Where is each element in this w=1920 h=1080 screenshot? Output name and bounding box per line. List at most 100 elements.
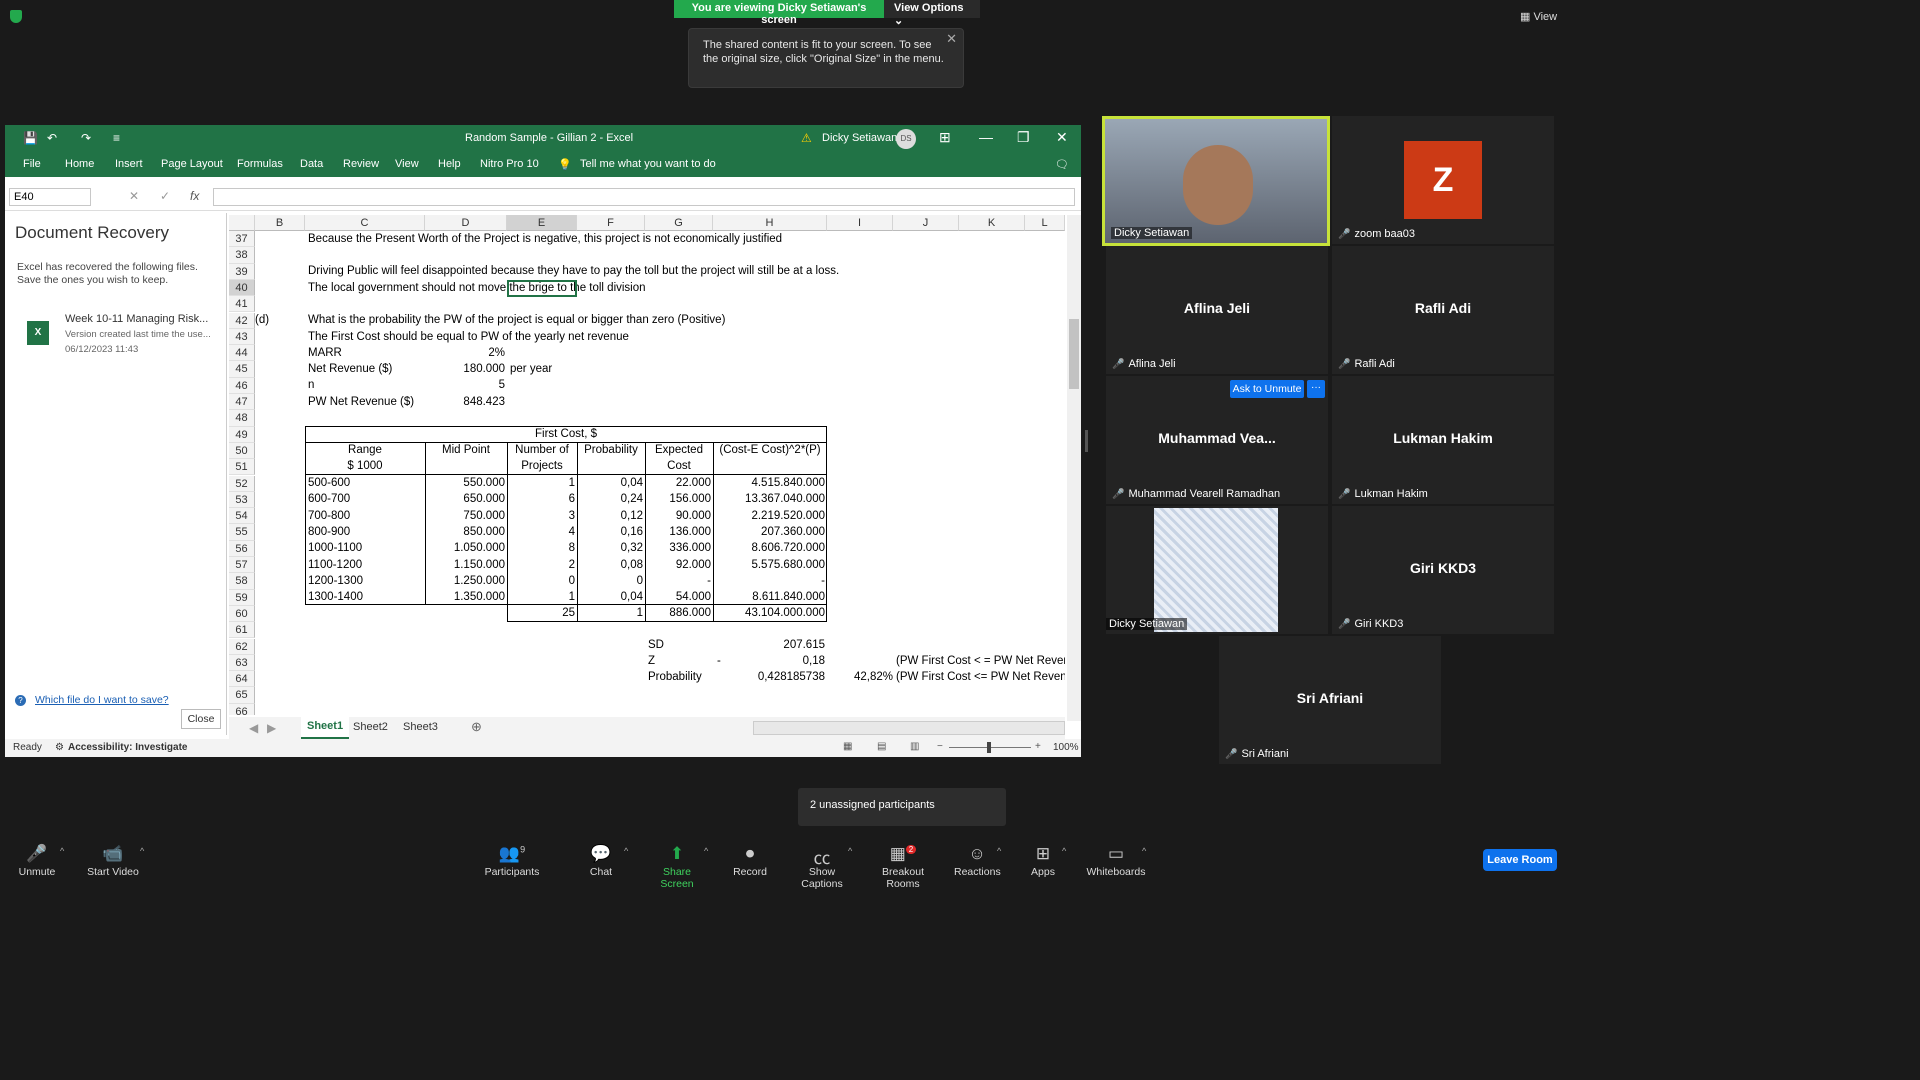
record-button[interactable]: ⏺ Record xyxy=(732,844,768,878)
row-header[interactable]: 45 xyxy=(229,361,255,378)
column-header[interactable]: B xyxy=(255,215,305,231)
row-header[interactable]: 39 xyxy=(229,263,255,280)
cancel-icon[interactable]: ✕ xyxy=(129,189,139,203)
redo-icon[interactable]: ↷ xyxy=(81,131,91,145)
table-cell[interactable]: 54.000 xyxy=(645,589,711,605)
tab-sheet3[interactable]: Sheet3 xyxy=(403,721,438,733)
table-cell[interactable]: 6 xyxy=(507,491,575,507)
chevron-up-icon[interactable]: ^ xyxy=(997,846,1001,856)
tab-insert[interactable]: Insert xyxy=(115,158,143,170)
row-header[interactable]: 54 xyxy=(229,508,255,525)
table-cell[interactable]: 0 xyxy=(507,573,575,589)
zoom-in-icon[interactable]: + xyxy=(1035,741,1041,752)
column-header[interactable]: F xyxy=(577,215,645,231)
table-cell[interactable]: 1000-1100 xyxy=(308,540,362,556)
row-header[interactable]: 66 xyxy=(229,703,255,715)
table-title[interactable]: First Cost, $ xyxy=(305,426,827,442)
zoom-out-icon[interactable]: − xyxy=(937,741,943,752)
table-cell[interactable]: 0,04 xyxy=(577,589,643,605)
vertical-scrollbar[interactable] xyxy=(1067,215,1081,721)
chevron-up-icon[interactable]: ^ xyxy=(1142,846,1146,856)
tab-view[interactable]: View xyxy=(395,158,419,170)
participant-tile[interactable]: Sri Afriani 🎤 Sri Afriani xyxy=(1219,636,1441,764)
table-cell[interactable]: 1.050.000 xyxy=(425,540,505,556)
cell-sd-value[interactable]: 207.615 xyxy=(713,637,825,653)
row-header[interactable]: 63 xyxy=(229,654,255,672)
table-cell[interactable]: 550.000 xyxy=(425,475,505,491)
table-cell[interactable]: 207.360.000 xyxy=(713,524,825,540)
table-cell[interactable]: 0,04 xyxy=(577,475,643,491)
tab-review[interactable]: Review xyxy=(343,158,379,170)
row-header[interactable]: 40 xyxy=(229,279,255,297)
header-expected[interactable]: Expected xyxy=(645,442,713,458)
table-cell[interactable]: 5.575.680.000 xyxy=(713,557,825,573)
table-cell[interactable]: 1 xyxy=(507,589,575,605)
whiteboards-button[interactable]: ▭ Whiteboards xyxy=(1086,844,1146,878)
cell-c46[interactable]: n xyxy=(308,377,314,393)
unmute-button[interactable]: 🎤 Unmute xyxy=(18,844,56,878)
accessibility-status[interactable]: Accessibility: Investigate xyxy=(68,742,188,753)
row-header[interactable]: 43 xyxy=(229,328,255,346)
tab-data[interactable]: Data xyxy=(300,158,323,170)
cell-prob-note[interactable]: (PW First Cost <= PW Net Revenu xyxy=(896,669,1065,685)
table-cell[interactable]: 136.000 xyxy=(645,524,711,540)
cell-prob-pct[interactable]: 42,82% xyxy=(827,669,893,685)
page-break-icon[interactable]: ▥ xyxy=(910,741,919,752)
cell-z-label[interactable]: Z xyxy=(648,653,655,669)
cell-c43[interactable]: The First Cost should be equal to PW of … xyxy=(308,329,629,345)
table-cell[interactable]: 3 xyxy=(507,508,575,524)
participant-tile[interactable]: Aflina Jeli 🎤 Aflina Jeli xyxy=(1106,246,1328,374)
chevron-up-icon[interactable]: ^ xyxy=(704,846,708,856)
cell-prob-value[interactable]: 0,428185738 xyxy=(713,669,825,685)
table-cell[interactable]: 700-800 xyxy=(308,508,350,524)
row-header[interactable]: 37 xyxy=(229,231,255,248)
chevron-up-icon[interactable]: ^ xyxy=(140,846,144,856)
header-number[interactable]: Number of xyxy=(507,442,577,458)
table-cell[interactable]: 1 xyxy=(507,475,575,491)
cell-z-note[interactable]: (PW First Cost < = PW Net Revenu xyxy=(896,653,1065,669)
cell-c42[interactable]: What is the probability the PW of the pr… xyxy=(308,312,725,328)
recovered-file-name[interactable]: Week 10-11 Managing Risk... xyxy=(65,313,208,325)
cell-c45[interactable]: Net Revenue ($) xyxy=(308,361,392,377)
participant-tile-video[interactable]: Dicky Setiawan xyxy=(1102,116,1330,246)
header-midpoint[interactable]: Mid Point xyxy=(425,442,507,458)
table-cell[interactable]: 2.219.520.000 xyxy=(713,508,825,524)
table-cell[interactable]: 1100-1200 xyxy=(308,557,362,573)
name-box[interactable]: E40 xyxy=(9,188,91,206)
ribbon-display-icon[interactable]: ⊞ xyxy=(939,129,951,146)
spreadsheet-grid[interactable]: B C D E F G H I J K L 37 38 39 40 41 42 43 44 45… xyxy=(229,215,1065,715)
cell-d47[interactable]: 848.423 xyxy=(425,394,505,410)
table-cell[interactable]: 13.367.040.000 xyxy=(713,491,825,507)
ask-to-unmute-button[interactable]: Ask to Unmute xyxy=(1230,380,1304,398)
zoom-slider-thumb[interactable] xyxy=(987,742,991,753)
table-cell[interactable]: 2 xyxy=(507,557,575,573)
cell-c37[interactable]: Because the Present Worth of the Project… xyxy=(308,231,782,247)
table-cell[interactable]: 600-700 xyxy=(308,491,350,507)
row-header[interactable]: 42 xyxy=(229,312,255,329)
table-cell[interactable]: 800-900 xyxy=(308,524,350,540)
table-cell[interactable]: 850.000 xyxy=(425,524,505,540)
column-header[interactable]: K xyxy=(959,215,1025,231)
start-video-button[interactable]: 📹 Start Video xyxy=(86,844,140,878)
participant-tile[interactable]: Z 🎤 zoom baa03 xyxy=(1332,116,1554,244)
scroll-right-icon[interactable]: ▶ xyxy=(267,721,276,735)
table-cell[interactable]: 0,16 xyxy=(577,524,643,540)
table-cell[interactable]: 1200-1300 xyxy=(308,573,363,589)
cell-b42[interactable]: (d) xyxy=(255,312,269,328)
tab-sheet2[interactable]: Sheet2 xyxy=(353,721,388,733)
chevron-up-icon[interactable]: ^ xyxy=(60,846,64,856)
table-cell[interactable]: 1.350.000 xyxy=(425,589,505,605)
formula-input[interactable] xyxy=(213,188,1075,206)
participant-tile[interactable]: Dicky Setiawan xyxy=(1106,506,1328,634)
avatar[interactable]: DS xyxy=(896,129,916,149)
restore-icon[interactable]: ❐ xyxy=(1017,129,1030,146)
cell-prob-label[interactable]: Probability xyxy=(648,669,702,685)
row-header[interactable]: 52 xyxy=(229,475,255,492)
table-cell[interactable]: 156.000 xyxy=(645,491,711,507)
participants-button[interactable]: 👥9 Participants xyxy=(484,844,540,878)
row-header[interactable]: 47 xyxy=(229,394,255,411)
row-header[interactable]: 53 xyxy=(229,491,255,509)
table-cell[interactable]: 1300-1400 xyxy=(308,589,363,605)
header-projects[interactable]: Projects xyxy=(507,458,577,474)
cell-c39[interactable]: Driving Public will feel disappointed be… xyxy=(308,263,839,279)
